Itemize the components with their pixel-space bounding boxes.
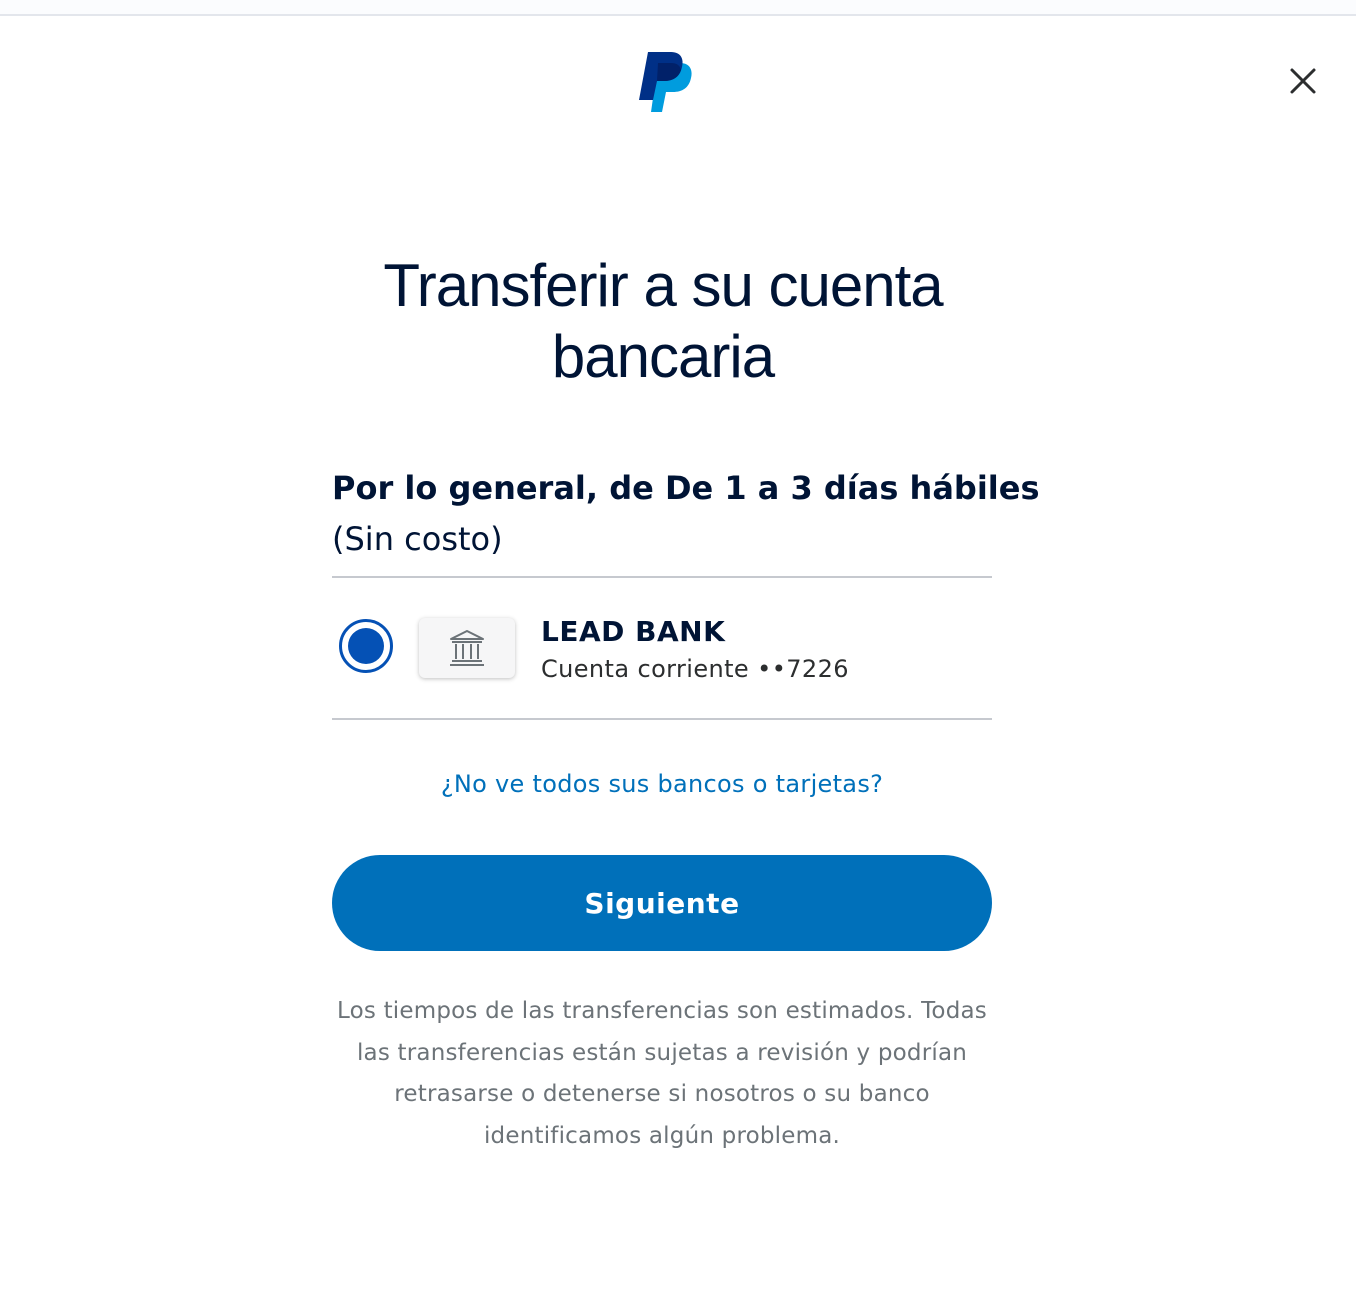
paypal-logo-icon: [638, 50, 692, 114]
page-title: Transferir a su cuenta bancaria: [383, 252, 943, 390]
missing-banks-link[interactable]: ¿No ve todos sus bancos o tarjetas?: [332, 764, 992, 804]
top-border: [0, 0, 1356, 16]
bank-radio-button[interactable]: [339, 619, 393, 673]
bank-icon: [450, 630, 484, 666]
radio-selected-dot: [348, 628, 384, 664]
transfer-fee-label: (Sin costo): [332, 520, 503, 558]
transfer-speed-label: Por lo general, de De 1 a 3 días hábiles: [332, 469, 1040, 507]
bank-tile: [419, 618, 515, 678]
bank-account-option[interactable]: LEAD BANK Cuenta corriente ••7226: [332, 578, 992, 718]
bank-account-detail: Cuenta corriente ••7226: [541, 655, 849, 683]
close-button[interactable]: [1282, 60, 1324, 102]
close-icon: [1290, 68, 1316, 94]
next-button[interactable]: Siguiente: [332, 855, 992, 951]
transfer-disclaimer: Los tiempos de las transferencias son es…: [337, 998, 987, 1149]
bank-name: LEAD BANK: [541, 615, 726, 648]
divider-bottom: [332, 718, 992, 720]
